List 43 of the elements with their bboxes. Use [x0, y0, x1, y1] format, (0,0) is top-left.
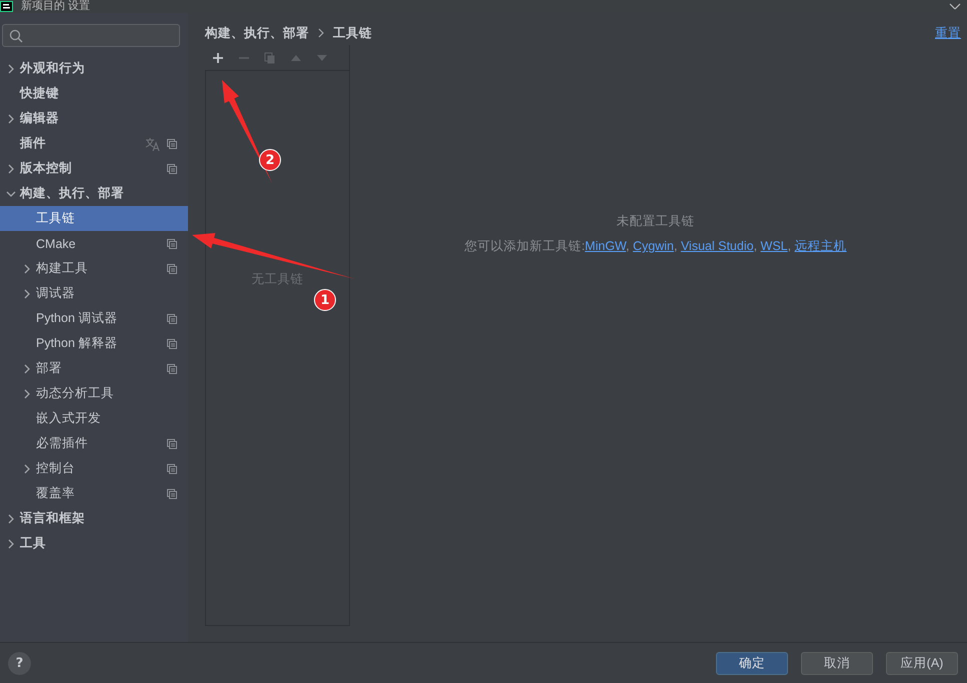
toolchain-link[interactable]: Cygwin — [632, 239, 674, 253]
tree-item[interactable]: 工具链 — [0, 206, 188, 231]
tree-item[interactable]: 语言和框架 — [0, 506, 188, 531]
toolchain-link[interactable]: MinGW — [584, 239, 626, 253]
dialog-button[interactable]: 应用(A) — [886, 652, 958, 674]
toolchain-link[interactable]: Visual Studio — [680, 239, 754, 253]
tree-item[interactable]: 部署 — [0, 356, 188, 381]
toolchain-link[interactable]: 远程主机 — [794, 239, 847, 253]
tree-item[interactable]: 动态分析工具 — [0, 381, 188, 406]
tree-item[interactable]: 构建、执行、部署 — [0, 181, 188, 206]
toolchain-link[interactable]: WSL — [760, 239, 788, 253]
tree-item[interactable]: 外观和行为 — [0, 56, 188, 81]
breadcrumb-item[interactable]: 工具链 — [333, 24, 372, 42]
add-icon[interactable] — [212, 52, 224, 64]
empty-state-title: 未配置工具链 — [616, 213, 694, 230]
tree-item[interactable]: Python 调试器 — [0, 306, 188, 331]
tree-item[interactable]: 必需插件 — [0, 431, 188, 456]
tree-item[interactable]: 工具 — [0, 531, 188, 556]
search-icon — [9, 28, 23, 42]
tree-item[interactable]: 调试器 — [0, 281, 188, 306]
window-title: 新项目的 设置 — [21, 0, 92, 13]
reset-link[interactable]: 重置 — [935, 24, 961, 42]
tree-item[interactable]: 插件 — [0, 131, 188, 156]
tree-item[interactable]: 编辑器 — [0, 106, 188, 131]
tree-item[interactable]: 控制台 — [0, 456, 188, 481]
dialog-button[interactable]: 取消 — [801, 652, 873, 674]
close-icon[interactable] — [949, 2, 961, 10]
breadcrumb-chevron-icon — [317, 28, 325, 38]
tree-item[interactable]: 构建工具 — [0, 256, 188, 281]
search-field[interactable] — [2, 24, 180, 47]
tree-item[interactable]: Python 解释器 — [0, 331, 188, 356]
tree-item[interactable]: 覆盖率 — [0, 481, 188, 506]
empty-state-message: 您可以添加新工具链:MinGW, Cygwin, Visual Studio, WSL, 远程主机 — [464, 238, 847, 255]
help-button[interactable]: ? — [8, 652, 31, 674]
tree-item[interactable]: CMake — [0, 231, 188, 256]
dialog-button[interactable]: 确定 — [716, 652, 788, 674]
tree-item[interactable]: 快捷键 — [0, 81, 188, 106]
breadcrumb-item[interactable]: 构建、执行、部署 — [205, 24, 309, 42]
tree-item[interactable]: 嵌入式开发 — [0, 406, 188, 431]
number-badge: 1 — [314, 289, 336, 311]
tree-item[interactable]: 版本控制 — [0, 156, 188, 181]
number-badge: 2 — [259, 149, 281, 171]
app-icon — [0, 1, 13, 12]
